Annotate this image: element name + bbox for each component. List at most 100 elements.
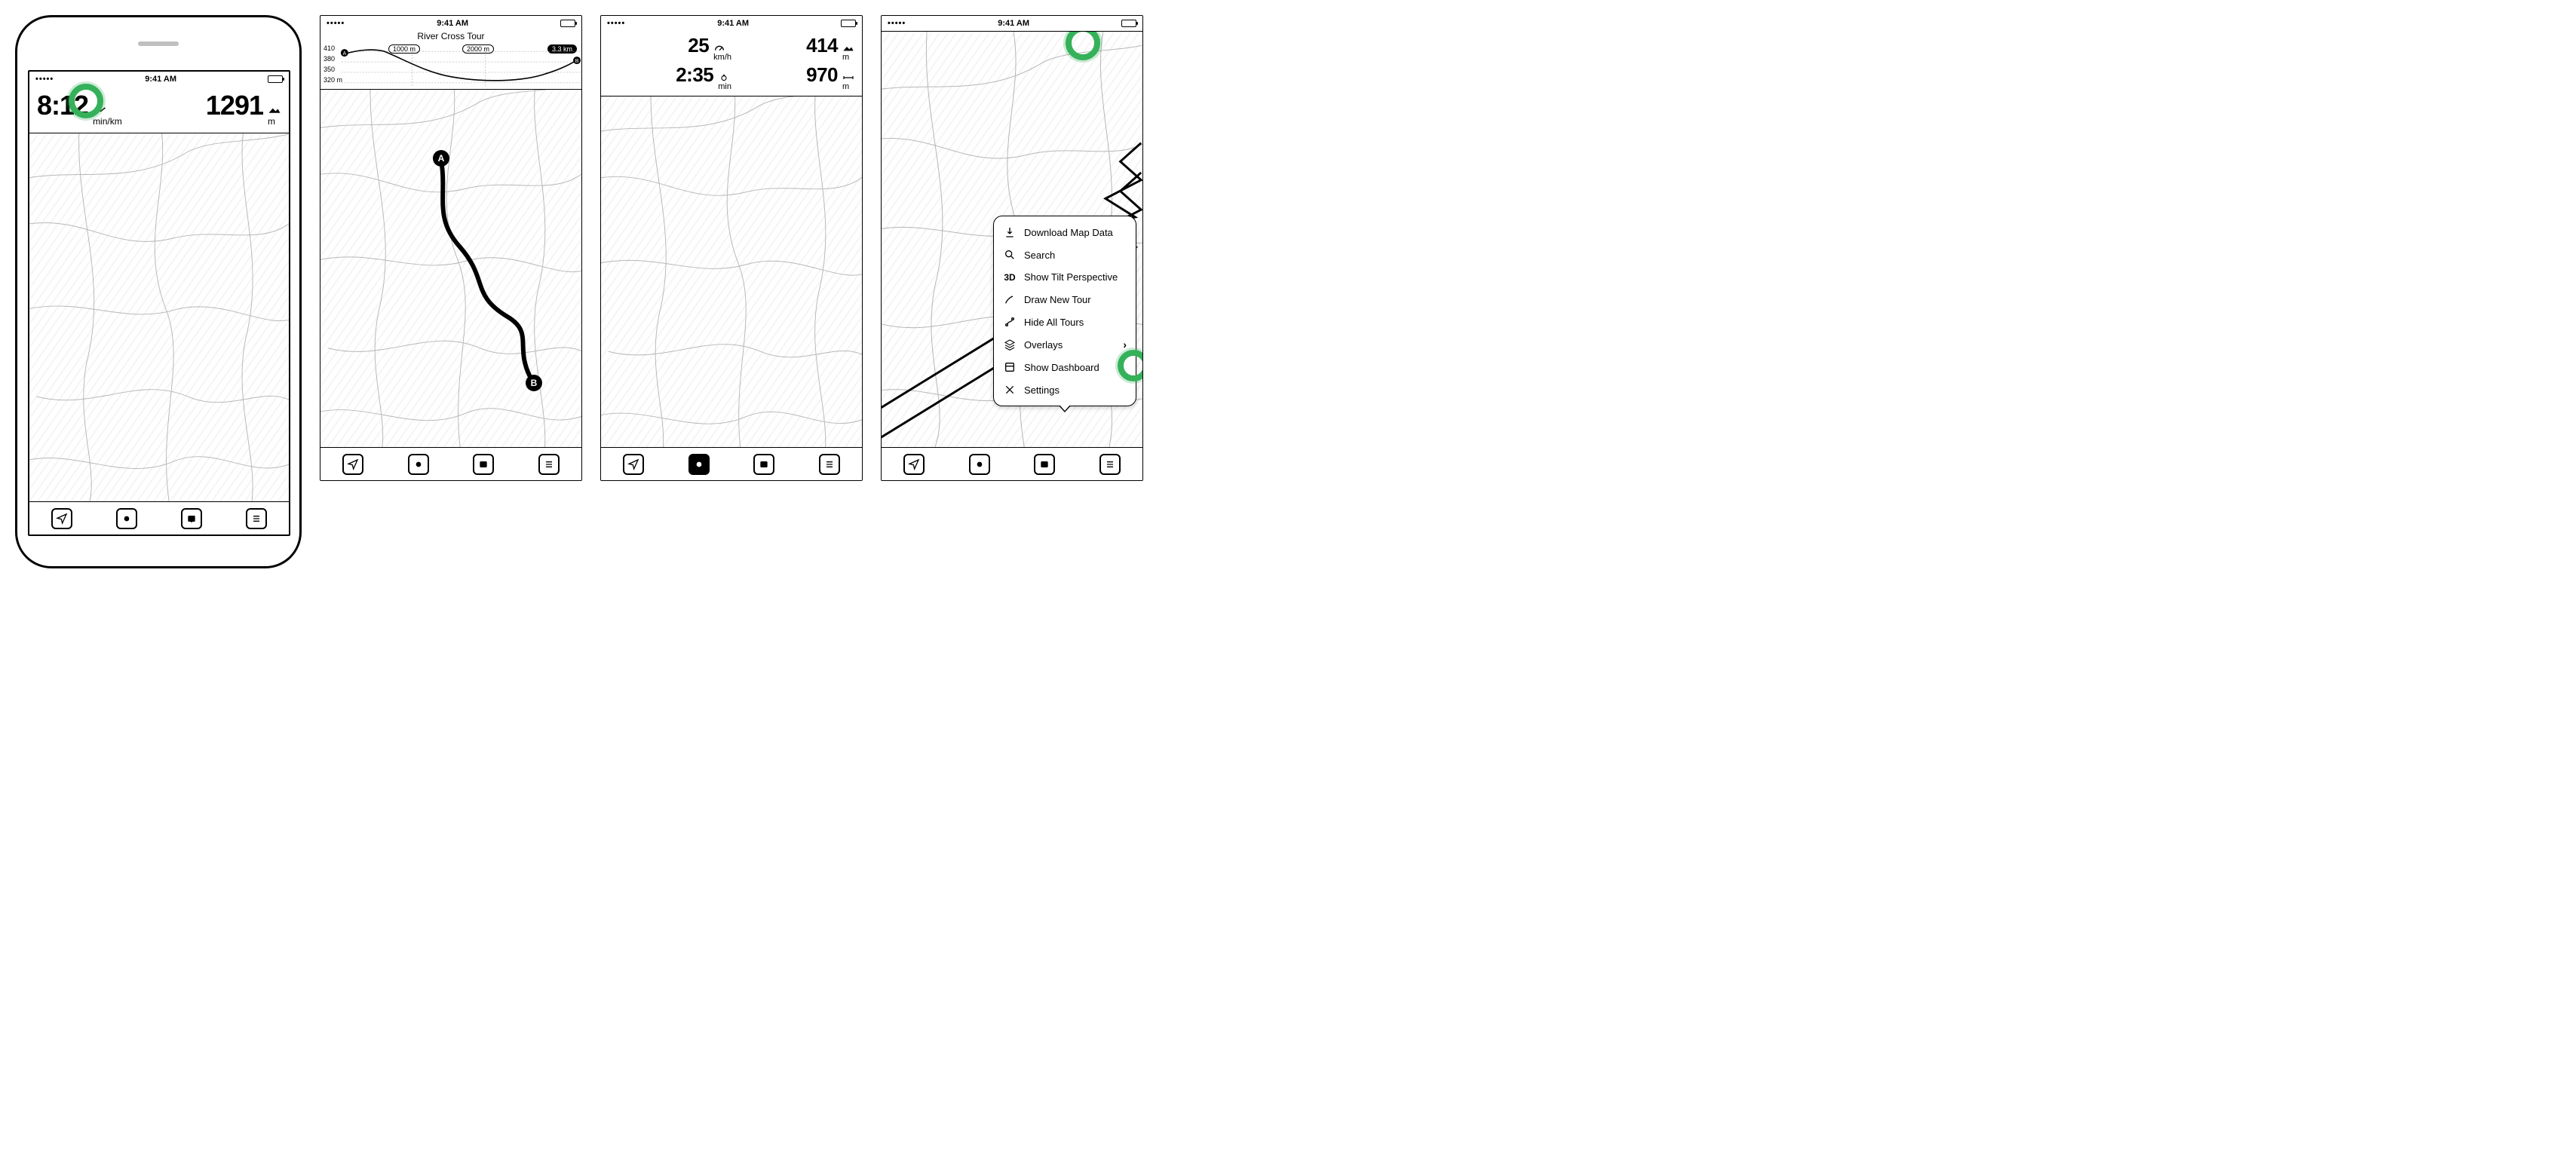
device-frame: ••••• 9:41 AM 8:12 min/km 1291 m <box>15 15 302 568</box>
list-button[interactable] <box>819 454 840 475</box>
metric-speed: 25 km/h <box>609 34 731 62</box>
menu-item-draw[interactable]: Draw New Tour <box>994 288 1136 311</box>
menu-item-overlays[interactable]: Overlays › <box>994 333 1136 356</box>
svg-text:B: B <box>575 59 579 64</box>
route-path <box>320 90 581 447</box>
dist-value: 970 <box>806 63 838 87</box>
pencil-icon <box>1003 293 1017 305</box>
distance-icon <box>842 74 854 81</box>
mountain-icon <box>842 44 854 52</box>
record-button-active[interactable] <box>688 454 710 475</box>
metric-altitude: 1291 m <box>206 90 281 127</box>
screen-4: ••••• 9:41 AM Download Map Data Search 3… <box>881 15 1143 481</box>
metric-time: 2:35 min <box>609 63 731 91</box>
menu-button[interactable] <box>181 508 202 529</box>
map-view[interactable]: A B <box>320 90 581 447</box>
menu-item-settings[interactable]: Settings <box>994 378 1136 401</box>
status-bar: ••••• 9:41 AM <box>601 16 862 31</box>
map-view[interactable]: Download Map Data Search 3D Show Tilt Pe… <box>882 31 1142 447</box>
record-button[interactable] <box>116 508 137 529</box>
screen-1: ••••• 9:41 AM 8:12 min/km 1291 m <box>28 70 290 536</box>
download-icon <box>1003 226 1017 238</box>
speed-icon <box>713 44 725 52</box>
menu-button[interactable] <box>473 454 494 475</box>
map-view[interactable] <box>29 133 289 501</box>
elevation-chart: A B <box>320 45 581 89</box>
bottom-toolbar <box>601 447 862 480</box>
signal-dots: ••••• <box>35 75 54 84</box>
tools-icon <box>1003 384 1017 396</box>
bottom-toolbar <box>29 501 289 534</box>
dist-unit: m <box>842 82 849 91</box>
svg-text:A: A <box>342 51 346 57</box>
metric-altitude: 414 m <box>731 34 854 62</box>
menu-item-tilt[interactable]: 3D Show Tilt Perspective <box>994 266 1136 288</box>
battery-icon <box>268 75 283 83</box>
elevation-panel[interactable]: River Cross Tour 410 380 350 320 m 1000 … <box>320 31 581 90</box>
map-view[interactable] <box>601 96 862 447</box>
dashboard-icon <box>1003 361 1017 373</box>
pace-unit: min/km <box>93 116 122 127</box>
context-menu: Download Map Data Search 3D Show Tilt Pe… <box>993 216 1136 406</box>
menu-item-hide-tours[interactable]: Hide All Tours <box>994 311 1136 333</box>
status-time: 9:41 AM <box>998 19 1029 28</box>
menu-item-download[interactable]: Download Map Data <box>994 221 1136 244</box>
menu-button[interactable] <box>753 454 774 475</box>
menu-item-dashboard[interactable]: Show Dashboard <box>994 356 1136 378</box>
device-earpiece <box>138 41 179 46</box>
signal-dots: ••••• <box>607 19 625 28</box>
map-roads <box>29 133 289 501</box>
bottom-toolbar <box>882 447 1142 480</box>
battery-icon <box>560 20 575 27</box>
route-marker-a[interactable]: A <box>433 150 449 167</box>
list-button[interactable] <box>538 454 560 475</box>
list-button[interactable] <box>1099 454 1121 475</box>
status-bar: ••••• 9:41 AM <box>882 16 1142 31</box>
status-time: 9:41 AM <box>437 19 468 28</box>
signal-dots: ••••• <box>327 19 345 28</box>
list-button[interactable] <box>246 508 267 529</box>
metric-pace: 8:12 min/km <box>37 90 122 127</box>
battery-icon <box>1121 20 1136 27</box>
dashboard-panel[interactable]: 8:12 min/km 1291 m <box>29 87 289 133</box>
alt-value: 1291 <box>206 90 263 121</box>
search-icon <box>1003 249 1017 261</box>
record-button[interactable] <box>408 454 429 475</box>
locate-button[interactable] <box>903 454 925 475</box>
record-button[interactable] <box>969 454 990 475</box>
speed-value: 25 <box>688 34 709 57</box>
route-marker-b[interactable]: B <box>526 375 542 391</box>
stopwatch-icon <box>718 74 730 81</box>
dashboard-panel[interactable]: 25 km/h 414 m 2:35 min 970 m <box>601 31 862 96</box>
battery-icon <box>841 20 856 27</box>
speed-unit: km/h <box>713 53 731 62</box>
screen-3: ••••• 9:41 AM 25 km/h 414 m 2:35 min <box>600 15 863 481</box>
alt-unit: m <box>842 53 849 62</box>
locate-button[interactable] <box>51 508 72 529</box>
map-roads <box>601 96 862 447</box>
metric-distance: 970 m <box>731 63 854 91</box>
route-icon <box>1003 316 1017 328</box>
alt-value: 414 <box>806 34 838 57</box>
bottom-toolbar <box>320 447 581 480</box>
pace-value: 8:12 <box>37 90 88 121</box>
menu-button[interactable] <box>1034 454 1055 475</box>
layers-icon <box>1003 338 1017 351</box>
signal-dots: ••••• <box>888 19 906 28</box>
alt-unit: m <box>268 116 275 127</box>
screen-2: ••••• 9:41 AM River Cross Tour 410 380 3… <box>320 15 582 481</box>
time-unit: min <box>718 82 731 91</box>
time-value: 2:35 <box>676 63 713 87</box>
status-bar: ••••• 9:41 AM <box>320 16 581 31</box>
mountain-icon <box>268 106 281 115</box>
status-bar: ••••• 9:41 AM <box>29 72 289 87</box>
status-time: 9:41 AM <box>145 75 176 84</box>
chevron-right-icon: › <box>1123 338 1127 351</box>
status-time: 9:41 AM <box>717 19 749 28</box>
pace-icon <box>93 106 106 115</box>
locate-button[interactable] <box>623 454 644 475</box>
tour-title: River Cross Tour <box>320 31 581 41</box>
tilt-3d-icon: 3D <box>1003 272 1017 283</box>
menu-item-search[interactable]: Search <box>994 244 1136 266</box>
locate-button[interactable] <box>342 454 363 475</box>
